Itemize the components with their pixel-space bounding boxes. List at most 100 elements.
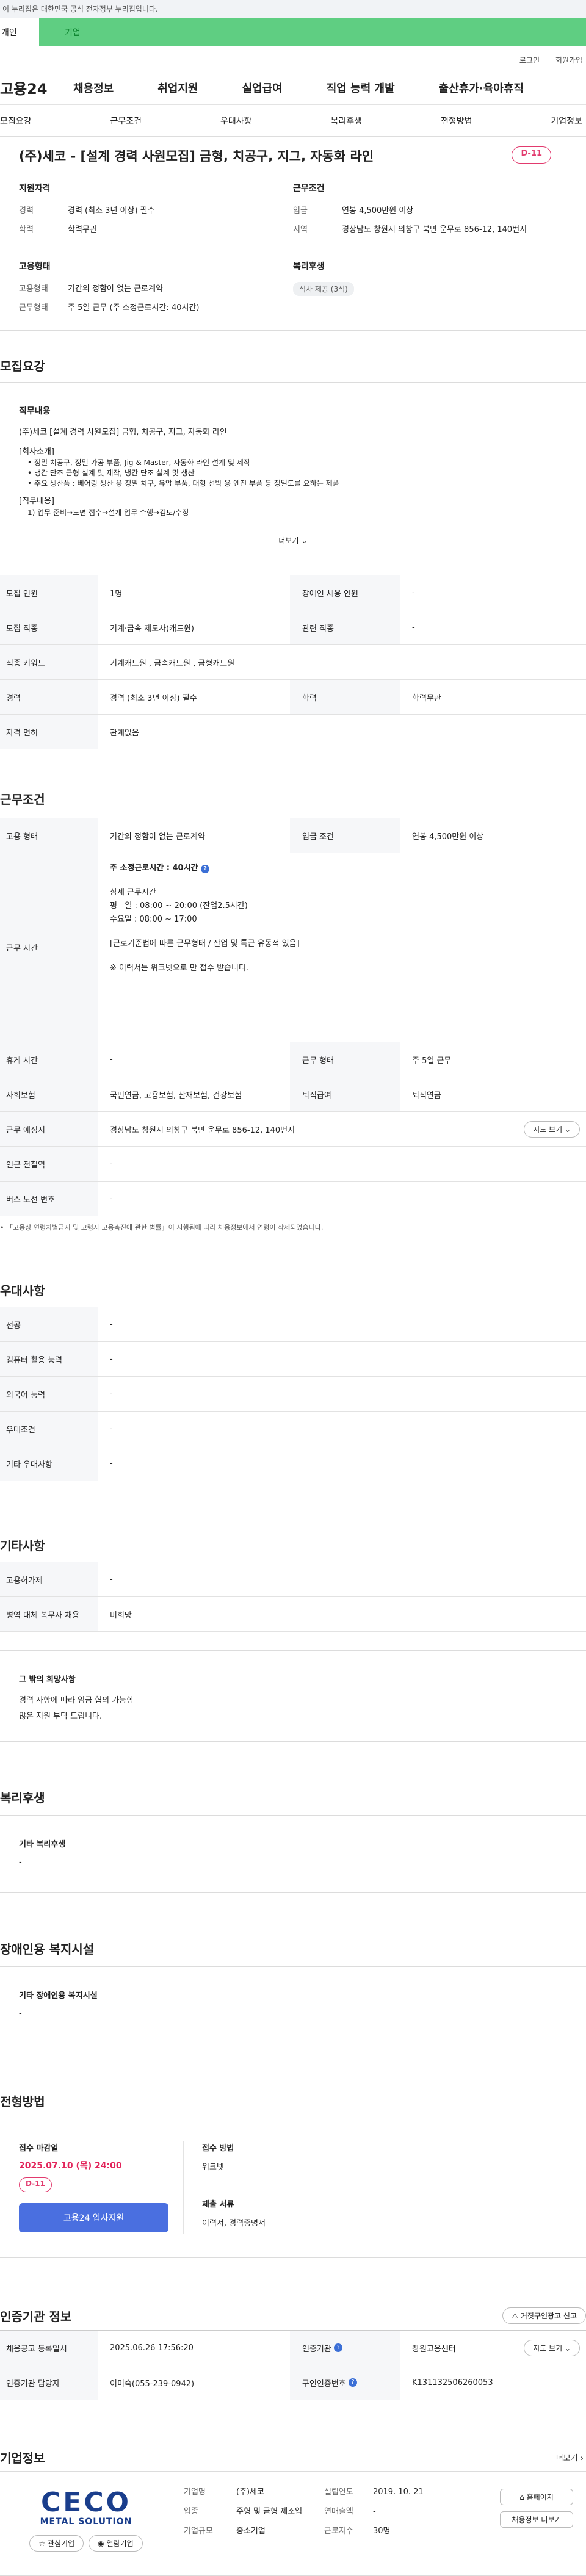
agency-map-button[interactable]: 지도 보기 ⌄: [524, 2339, 580, 2356]
deadline-dday-badge: D-11: [19, 2177, 52, 2192]
age-footnote-text: 「고용상 연령차별금지 및 고령자 고용촉진에 관한 법률」이 시행됨에 따라 …: [6, 1224, 324, 1232]
tab-selection[interactable]: 전형방법: [441, 115, 472, 127]
employees-value: 30명: [373, 2527, 391, 2536]
company-more-link[interactable]: 더보기 ›: [556, 2452, 586, 2463]
emptype-label: 고용형태: [19, 284, 48, 294]
deadline-block: 접수 마감일 2025.07.10 (목) 24:00 D-11 고용24 입사…: [19, 2141, 184, 2234]
tab-recruit[interactable]: 모집요강: [0, 115, 32, 127]
table-row: 외국어 능력 -: [0, 1377, 586, 1412]
etc-table: 고용허가제 - 병역 대체 복무자 채용 비희망: [0, 1562, 586, 1632]
wish-line: 많은 지원 부탁 드립니다.: [19, 1712, 103, 1721]
age-footnote: • 「고용상 연령차별금지 및 고령자 고용촉진에 관한 법률」이 시행됨에 따…: [0, 1224, 324, 1232]
nav-item-skills[interactable]: 직업 능력 개발: [327, 80, 395, 96]
hours-wednesday: 수요일 : 08:00 ~ 17:00: [110, 915, 197, 924]
duty-bullet-text: 정밀 치공구, 정밀 가공 부품, Jig & Master, 자동화 라인 설…: [34, 458, 250, 467]
tab-company-label: 기업: [65, 28, 81, 38]
agency-map-button-label: 지도 보기: [533, 2343, 563, 2353]
duty-bullet-text: 주요 생산품 : 베어링 생산 용 정밀 치구, 유압 부품, 대형 선박 용 …: [34, 479, 339, 488]
table-row: 고용허가제 -: [0, 1562, 586, 1597]
table-value: 비희망: [110, 1611, 132, 1620]
tab-personal-label: 개인: [1, 28, 17, 38]
nav-item-unemployment-benefit[interactable]: 실업급여: [242, 80, 283, 96]
gov-notice-text: 이 누리집은 대한민국 공식 전자정부 누리집입니다.: [2, 5, 158, 13]
tab-preferences[interactable]: 우대사항: [220, 115, 252, 127]
follow-company-button[interactable]: ◉ 열람기업: [89, 2535, 143, 2552]
info-icon[interactable]: ?: [333, 2343, 342, 2352]
tab-welfare[interactable]: 복리후생: [330, 115, 362, 127]
table-value: -: [110, 1354, 113, 1364]
homepage-label: 홈페이지: [526, 2493, 554, 2502]
info-icon[interactable]: ?: [348, 2378, 357, 2387]
duty-bullet: • 정밀 치공구, 정밀 가공 부품, Jig & Master, 자동화 라인…: [27, 458, 250, 467]
company-jobs-button[interactable]: 채용정보 더보기: [500, 2511, 573, 2528]
company-jobs-label: 채용정보 더보기: [512, 2516, 562, 2524]
table-row: 우대조건 -: [0, 1412, 586, 1446]
table-value: K131132506260053: [412, 2378, 493, 2387]
recruit-table: 모집 인원 1명 장애인 채용 인원 - 모집 직종 기계·금속 제도사(캐드원) 관…: [0, 575, 586, 749]
report-button[interactable]: ⚠ 거짓구인광고 신고: [502, 2307, 586, 2324]
employment-type-heading: 고용형태: [19, 262, 51, 272]
tab-company-info[interactable]: 기업정보: [551, 115, 582, 127]
favorite-company-button[interactable]: ☆ 관심기업: [29, 2535, 84, 2552]
table-row: 자격 면허 관계없음: [0, 715, 586, 749]
table-row: 직종 키워드 기계캐드원 , 금속캐드원 , 금형캐드원: [0, 645, 586, 680]
table-key: 모집 직종: [0, 610, 98, 644]
site-logo[interactable]: 고용24: [0, 77, 73, 98]
info-icon[interactable]: ?: [201, 865, 210, 873]
map-button-label: 지도 보기: [533, 1125, 563, 1134]
logo-tagline: METAL SOLUTION: [40, 2517, 132, 2527]
more-button[interactable]: 더보기 ⌄: [0, 527, 586, 554]
gov-notice-bar: 이 누리집은 대한민국 공식 전자정부 누리집입니다.: [0, 0, 586, 18]
company-card: CECO METAL SOLUTION ☆ 관심기업 ◉ 열람기업 기업명 (주)…: [0, 2471, 586, 2576]
etc-section: 기타사항 고용허가제 - 병역 대체 복무자 채용 비희망 그 밖의 희망사항 경력…: [0, 1481, 586, 1742]
table-value: 국민연금, 고용보험, 산재보험, 건강보험: [110, 1091, 242, 1100]
pref-section: 우대사항 전공 - 컴퓨터 활용 능력 - 외국어 능력 - 우대조건 - 기타 우대사…: [0, 1232, 586, 1481]
nav-item-jobs[interactable]: 채용정보: [73, 80, 114, 96]
table-row: 인근 전철역 -: [0, 1147, 586, 1182]
table-value: 퇴직연금: [412, 1091, 441, 1100]
auth-number-label: 구인인증번호: [302, 2379, 346, 2389]
tab-work-conditions[interactable]: 근무조건: [110, 115, 142, 127]
duty-card: 직무내용 (주)세코 [설계 경력 사원모집] 금형, 치공구, 지그, 자동화…: [0, 382, 586, 554]
nav-item-employment-support[interactable]: 취업지원: [157, 80, 198, 96]
table-key: 기타 우대사항: [0, 1446, 98, 1481]
user-type-tabs: 개인 기업: [0, 18, 586, 46]
apply-button-label: 고용24 입사지원: [63, 2213, 125, 2223]
table-value: 기간의 정함이 없는 근로계약: [110, 832, 205, 842]
welfare-summary-heading: 복리후생: [293, 262, 325, 272]
worktype-value: 주 5일 근무 (주 소정근로시간: 40시간): [68, 303, 200, 312]
nav-item-parental-leave[interactable]: 출산휴가·육아휴직: [439, 80, 524, 96]
welfare-card: 기타 복리후생 -: [0, 1815, 586, 1893]
table-row: 컴퓨터 활용 능력 -: [0, 1342, 586, 1377]
table-value: 경상남도 창원시 의창구 북면 운무로 856-12, 140번지: [110, 1125, 295, 1135]
table-value: 경력 (최소 3년 이상) 필수: [110, 693, 197, 703]
wish-heading: 그 밖의 희망사항: [19, 1675, 76, 1684]
login-link[interactable]: 로그인: [519, 56, 540, 65]
table-row: 휴게 시간 - 근무 형태 주 5일 근무: [0, 1042, 586, 1077]
table-key: 우대조건: [0, 1412, 98, 1446]
homepage-button[interactable]: ⌂ 홈페이지: [500, 2489, 573, 2505]
table-value: -: [110, 1055, 113, 1064]
welfare-summary-block: 복리후생 식사 제공 (3식): [293, 260, 567, 320]
signup-link[interactable]: 회원가입: [555, 56, 582, 65]
table-key: 학력: [290, 680, 400, 714]
apply-button[interactable]: 고용24 입사지원: [19, 2203, 168, 2232]
table-value: 1명: [110, 589, 123, 599]
map-button[interactable]: 지도 보기 ⌄: [524, 1120, 580, 1138]
table-key: 근무 형태: [290, 1042, 400, 1077]
table-key: 전공: [0, 1307, 98, 1341]
tab-personal[interactable]: 개인: [0, 18, 39, 46]
deadline-value: 2025.07.10 (목) 24:00: [19, 2161, 122, 2171]
industry-value: 주형 및 금형 제조업: [236, 2507, 303, 2516]
table-row: 기타 우대사항 -: [0, 1446, 586, 1481]
table-key: 채용공고 등록일시: [0, 2331, 98, 2365]
agency-table: 채용공고 등록일시 2025.06.26 17:56:20 인증기관 ? 창원고용…: [0, 2330, 586, 2400]
welfare-section: 복리후생 기타 복리후생 -: [0, 1742, 586, 1893]
table-value: 기계·금속 제도사(캐드원): [110, 624, 195, 633]
company-name-value: (주)세코: [236, 2488, 265, 2497]
table-value: -: [110, 1424, 113, 1434]
tab-company[interactable]: 기업: [39, 18, 586, 46]
table-key: 임금 조건: [290, 818, 400, 853]
table-key: 경력: [0, 680, 98, 714]
table-value: 창원고용센터: [412, 2344, 456, 2354]
